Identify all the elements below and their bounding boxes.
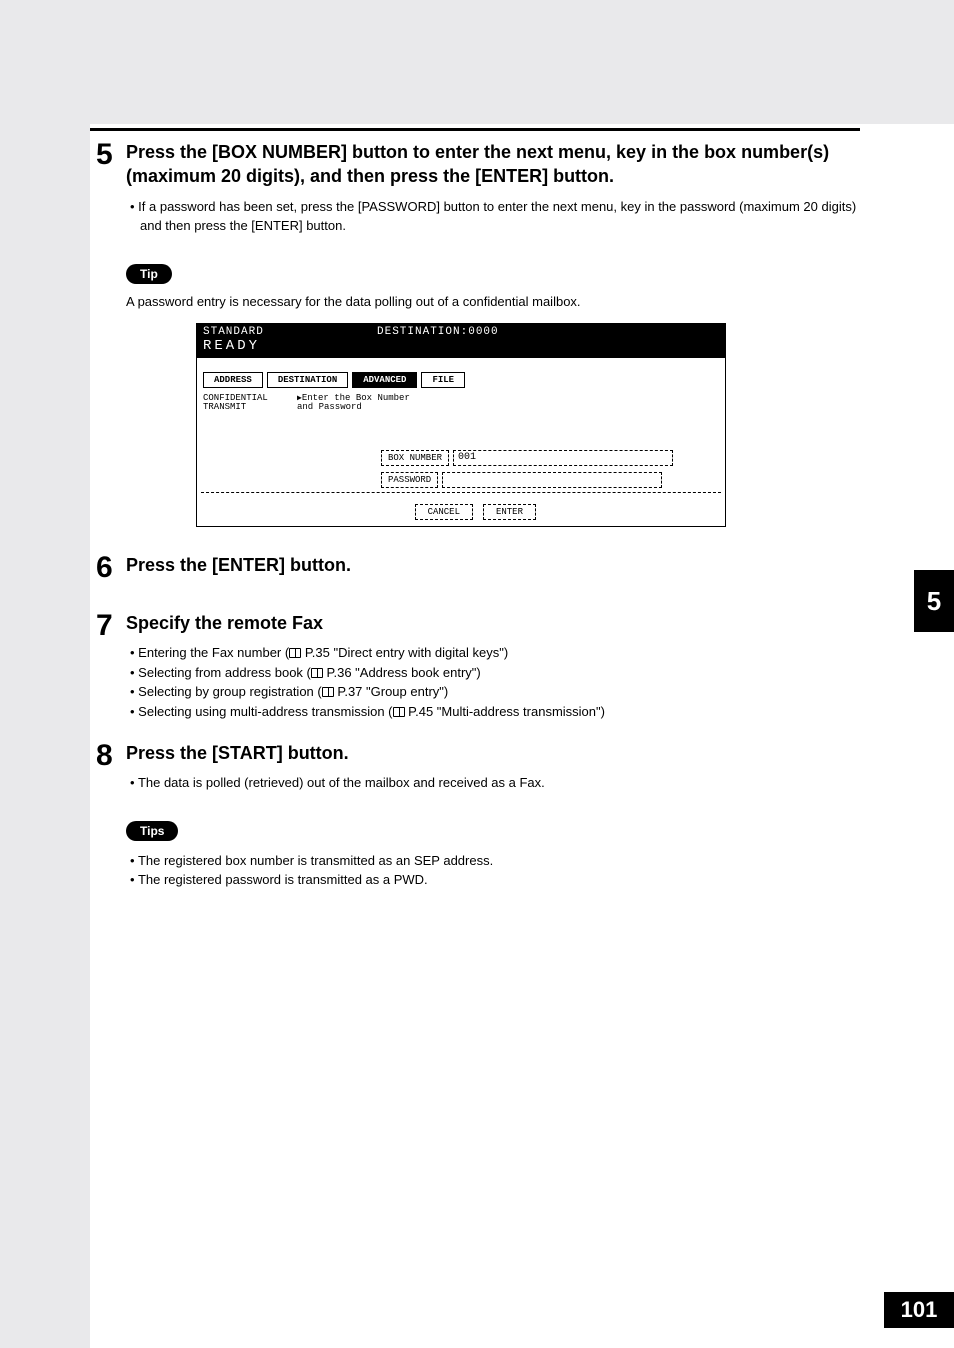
lcd-row-password: PASSWORD xyxy=(381,472,662,488)
lcd-enter-button[interactable]: ENTER xyxy=(483,504,536,520)
cross-ref: P.35 "Direct entry with digital keys") xyxy=(301,645,508,660)
tips-bullet: The registered box number is transmitted… xyxy=(140,851,860,871)
step-bullet: Selecting from address book ( P.36 "Addr… xyxy=(140,663,860,683)
step-title: Press the [BOX NUMBER] button to enter t… xyxy=(126,140,860,189)
horizontal-rule xyxy=(90,128,860,131)
lcd-tab-file[interactable]: FILE xyxy=(421,372,465,388)
step-number: 5 xyxy=(96,140,126,170)
lcd-password-button[interactable]: PASSWORD xyxy=(381,472,438,488)
step-body: Press the [ENTER] button. xyxy=(126,553,860,585)
lcd-tabs: ADDRESS DESTINATION ADVANCED FILE xyxy=(203,372,465,388)
step-body: Press the [START] button. The data is po… xyxy=(126,741,860,793)
lcd-header: STANDARD READY DESTINATION:0000 xyxy=(197,324,725,358)
step-bullet: Selecting by group registration ( P.37 "… xyxy=(140,682,860,702)
lcd-box-number-field[interactable]: 001 xyxy=(453,450,673,466)
book-icon xyxy=(322,687,334,697)
tip-text: A password entry is necessary for the da… xyxy=(126,294,860,309)
step-5: 5 Press the [BOX NUMBER] button to enter… xyxy=(96,140,860,236)
step-bullet: Entering the Fax number ( P.35 "Direct e… xyxy=(140,643,860,663)
book-icon xyxy=(311,668,323,678)
lcd-bottom-buttons: CANCEL ENTER xyxy=(415,504,540,520)
bullet-pre: Entering the Fax number ( xyxy=(138,645,289,660)
page-number: 101 xyxy=(884,1292,954,1328)
tip-badge: Tip xyxy=(126,264,172,284)
cross-ref: P.45 "Multi-address transmission") xyxy=(405,704,605,719)
step-bullet: If a password has been set, press the [P… xyxy=(140,197,860,236)
lcd-divider xyxy=(201,492,721,493)
step-number: 8 xyxy=(96,741,126,771)
bullet-pre: Selecting by group registration ( xyxy=(138,684,322,699)
step-title: Press the [START] button. xyxy=(126,741,860,765)
chapter-tab: 5 xyxy=(914,570,954,632)
left-gray-band xyxy=(0,0,90,1348)
step-title: Specify the remote Fax xyxy=(126,611,860,635)
lcd-tab-destination[interactable]: DESTINATION xyxy=(267,372,348,388)
cross-ref: P.37 "Group entry") xyxy=(334,684,449,699)
book-icon xyxy=(289,648,301,658)
step-title: Press the [ENTER] button. xyxy=(126,553,860,577)
step-bullet: The data is polled (retrieved) out of th… xyxy=(140,773,860,793)
lcd-password-field[interactable] xyxy=(442,472,662,488)
lcd-tab-advanced[interactable]: ADVANCED xyxy=(352,372,417,388)
step-body: Press the [BOX NUMBER] button to enter t… xyxy=(126,140,860,236)
lcd-row-boxnumber: BOX NUMBER 001 xyxy=(381,450,673,466)
bullet-pre: Selecting from address book ( xyxy=(138,665,311,680)
lcd-destination: DESTINATION:0000 xyxy=(377,326,499,338)
page: 5 Press the [BOX NUMBER] button to enter… xyxy=(0,0,954,1348)
top-gray-band xyxy=(0,0,954,124)
lcd-sub-instruction: Enter the Box Number and Password xyxy=(297,394,410,414)
step-bullet: Selecting using multi-address transmissi… xyxy=(140,702,860,722)
bullet-pre: Selecting using multi-address transmissi… xyxy=(138,704,392,719)
step-body: Specify the remote Fax Entering the Fax … xyxy=(126,611,860,721)
content-area: 5 Press the [BOX NUMBER] button to enter… xyxy=(96,140,860,890)
tips-badge: Tips xyxy=(126,821,178,841)
lcd-box-number-button[interactable]: BOX NUMBER xyxy=(381,450,449,466)
cross-ref: P.36 "Address book entry") xyxy=(323,665,481,680)
lcd-ready: READY xyxy=(203,338,719,354)
book-icon xyxy=(393,707,405,717)
step-6: 6 Press the [ENTER] button. xyxy=(96,553,860,585)
step-number: 7 xyxy=(96,611,126,641)
step-8: 8 Press the [START] button. The data is … xyxy=(96,741,860,793)
lcd-sub-confidential: CONFIDENTIAL TRANSMIT xyxy=(203,394,268,414)
step-number: 6 xyxy=(96,553,126,583)
tips-bullet: The registered password is transmitted a… xyxy=(140,870,860,890)
step-7: 7 Specify the remote Fax Entering the Fa… xyxy=(96,611,860,721)
tips-list: The registered box number is transmitted… xyxy=(126,851,860,890)
lcd-tab-address[interactable]: ADDRESS xyxy=(203,372,263,388)
lcd-screenshot: STANDARD READY DESTINATION:0000 ADDRESS … xyxy=(196,323,726,527)
lcd-cancel-button[interactable]: CANCEL xyxy=(415,504,473,520)
